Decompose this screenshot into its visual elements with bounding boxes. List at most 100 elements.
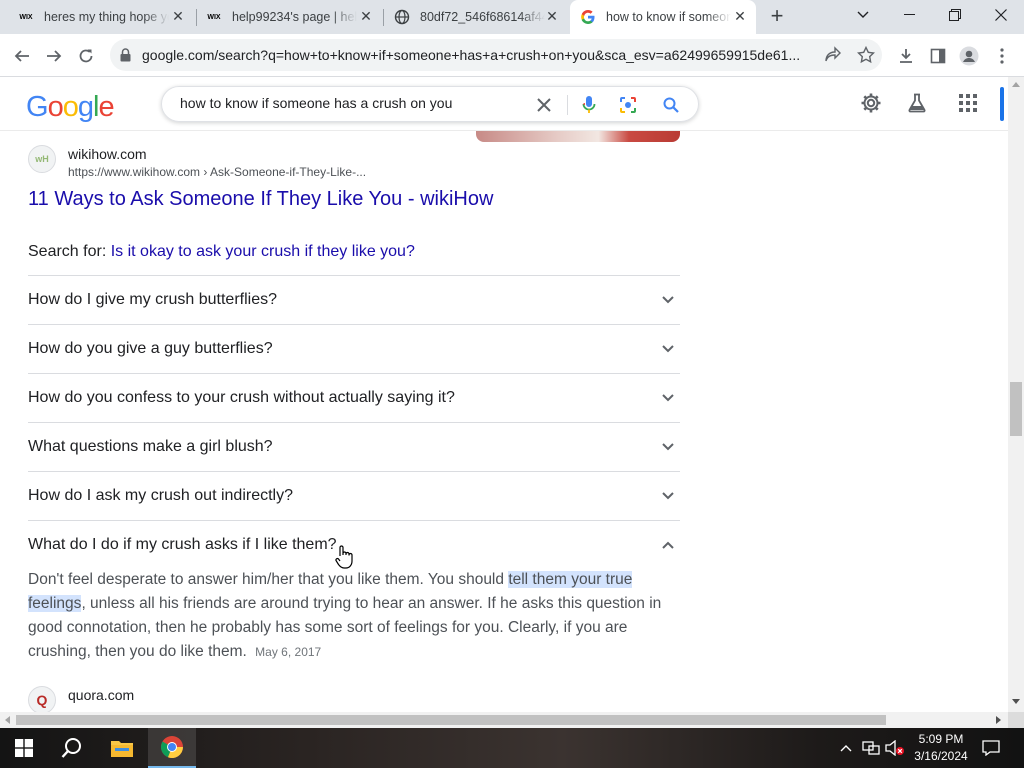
logo-letter: G	[26, 91, 49, 123]
clear-icon[interactable]	[532, 93, 556, 117]
tab-2-title: help99234's page | help	[232, 10, 357, 24]
question-text: How do you give a guy butterflies?	[28, 340, 273, 357]
download-icon[interactable]	[892, 42, 920, 70]
settings-gear-icon[interactable]	[859, 91, 883, 115]
chevron-down-icon	[656, 386, 680, 410]
lens-search-icon[interactable]	[616, 93, 640, 117]
back-icon[interactable]	[8, 42, 36, 70]
volume-muted-icon[interactable]	[884, 728, 906, 768]
question-text: What questions make a girl blush?	[28, 438, 273, 455]
logo-letter: o	[47, 91, 64, 123]
hand-cursor-icon	[335, 545, 353, 569]
tab-4-active[interactable]: how to know if someone ✕	[570, 0, 756, 34]
notification-icon[interactable]	[980, 728, 1002, 768]
question-text: What do I do if my crush asks if I like …	[28, 536, 337, 553]
logo-letter: o	[62, 91, 79, 123]
search-icon[interactable]	[659, 93, 683, 117]
new-tab-button[interactable]: +	[765, 5, 789, 29]
favicon-text: wH	[35, 154, 49, 164]
windows-start-icon[interactable]	[0, 728, 48, 768]
lock-icon[interactable]	[120, 48, 131, 67]
related-question[interactable]: How do I give my crush butterflies?	[28, 275, 680, 324]
wix-icon: WIX	[207, 13, 221, 21]
chevron-down-icon	[656, 288, 680, 312]
close-tab-icon[interactable]: ✕	[544, 8, 560, 24]
search-box	[161, 86, 699, 122]
show-hidden-icons-icon[interactable]	[836, 728, 856, 768]
close-tab-icon[interactable]: ✕	[170, 8, 186, 24]
clock-time: 5:09 PM	[918, 732, 964, 746]
tab-search-icon[interactable]	[840, 0, 886, 30]
windows-taskbar: 5:09 PM 3/16/2024	[0, 728, 1024, 768]
profile-avatar-icon[interactable]	[955, 42, 983, 70]
related-question[interactable]: How do I ask my crush out indirectly?	[28, 471, 680, 520]
result-source[interactable]: wH wikihow.com https://www.wikihow.com ›…	[28, 145, 366, 181]
taskbar-search-icon[interactable]	[48, 728, 96, 768]
vertical-scroll-thumb[interactable]	[1010, 382, 1022, 436]
chevron-down-icon	[656, 484, 680, 508]
related-question[interactable]: How do you give a guy butterflies?	[28, 324, 680, 373]
answer-date: May 6, 2017	[255, 645, 322, 659]
close-window-button[interactable]	[978, 0, 1024, 30]
source-url: https://www.wikihow.com › Ask-Someone-if…	[68, 165, 367, 179]
search-for-link[interactable]: Is it okay to ask your crush if they lik…	[111, 243, 415, 260]
quora-favicon: Q	[28, 686, 56, 712]
file-explorer-icon[interactable]	[98, 728, 146, 768]
source-name: wikihow.com	[68, 146, 147, 162]
minimize-button[interactable]	[886, 0, 932, 30]
google-logo[interactable]: Google	[26, 91, 115, 124]
chevron-down-icon	[656, 337, 680, 361]
tab-3[interactable]: 80df72_546f68614af44 ✕	[384, 0, 568, 34]
chrome-menu-icon[interactable]	[988, 42, 1016, 70]
labs-flask-icon[interactable]	[905, 91, 929, 115]
related-question-expanded[interactable]: What do I do if my crush asks if I like …	[28, 520, 680, 569]
horizontal-scroll-thumb[interactable]	[16, 715, 886, 725]
tab-3-title: 80df72_546f68614af44	[420, 10, 545, 24]
google-icon	[580, 9, 596, 25]
related-question[interactable]: What questions make a girl blush?	[28, 422, 680, 471]
profile-edge[interactable]	[1000, 87, 1004, 121]
source-name: quora.com	[68, 687, 135, 703]
chrome-taskbar-icon[interactable]	[148, 728, 196, 768]
google-header: Google	[0, 77, 1008, 131]
browser-toolbar: google.com/search?q=how+to+know+if+someo…	[0, 34, 1024, 77]
search-results: wH wikihow.com https://www.wikihow.com ›…	[0, 131, 1008, 712]
search-input[interactable]	[180, 95, 520, 111]
voice-search-icon[interactable]	[577, 93, 601, 117]
close-tab-icon[interactable]: ✕	[732, 8, 748, 24]
wikihow-favicon: wH	[28, 145, 56, 173]
tab-2[interactable]: WIX help99234's page | help ✕	[196, 0, 382, 34]
close-tab-icon[interactable]: ✕	[358, 8, 374, 24]
result-thumbnail[interactable]	[476, 131, 680, 142]
vertical-scrollbar[interactable]	[1008, 77, 1024, 712]
logo-letter: g	[77, 91, 94, 123]
answer-text: Don't feel desperate to answer him/her t…	[28, 571, 509, 588]
system-clock[interactable]: 5:09 PM 3/16/2024	[905, 731, 977, 765]
question-text: How do I ask my crush out indirectly?	[28, 487, 293, 504]
globe-icon	[394, 9, 410, 25]
wix-icon: WIX	[19, 13, 33, 21]
side-panel-icon[interactable]	[924, 42, 952, 70]
result-source[interactable]: Q quora.com	[28, 686, 134, 712]
tab-4-title: how to know if someone	[606, 10, 731, 24]
search-for-label: Search for:	[28, 243, 107, 260]
bookmark-star-icon[interactable]	[856, 45, 876, 69]
tab-1[interactable]: WIX heres my thing hope yo ✕	[8, 0, 194, 34]
network-icon[interactable]	[860, 728, 882, 768]
search-for: Search for: Is it okay to ask your crush…	[28, 243, 415, 261]
question-text: How do you confess to your crush without…	[28, 389, 455, 406]
result-title-link[interactable]: 11 Ways to Ask Someone If They Like You …	[28, 188, 493, 211]
forward-icon[interactable]	[40, 42, 68, 70]
logo-letter: e	[98, 91, 114, 123]
chevron-down-icon	[656, 435, 680, 459]
reload-icon[interactable]	[72, 42, 100, 70]
share-icon[interactable]	[824, 46, 842, 69]
favicon-text: Q	[36, 692, 48, 708]
related-question[interactable]: How do you confess to your crush without…	[28, 373, 680, 422]
horizontal-scrollbar[interactable]	[0, 712, 1008, 728]
apps-grid-icon[interactable]	[956, 91, 980, 115]
clock-date: 3/16/2024	[914, 749, 968, 763]
url-text[interactable]: google.com/search?q=how+to+know+if+someo…	[142, 47, 822, 63]
address-bar[interactable]: google.com/search?q=how+to+know+if+someo…	[110, 39, 882, 71]
restore-button[interactable]	[932, 0, 978, 30]
